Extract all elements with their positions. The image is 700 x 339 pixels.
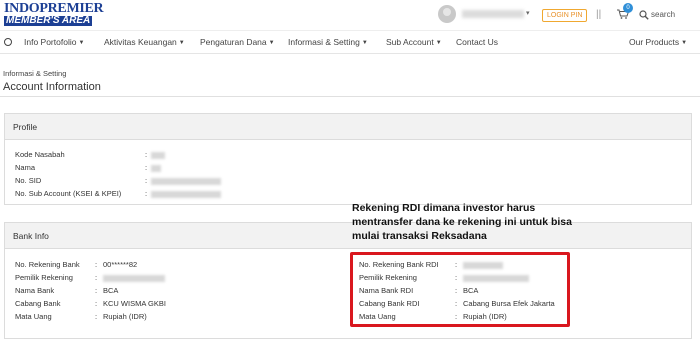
nav-sub-account[interactable]: Sub Account ▼: [386, 37, 442, 47]
annotation-highlight-box: [350, 252, 570, 327]
caret-down-icon: ▼: [268, 39, 275, 46]
row-label: Cabang Bank: [15, 299, 61, 308]
cart-count-badge: 0: [623, 3, 633, 13]
bank-info-heading: Bank Info: [5, 223, 691, 249]
row-colon: :: [145, 150, 148, 159]
page-title: Account Information: [3, 81, 101, 93]
row-colon: :: [95, 260, 98, 269]
bank-info-panel: Bank Info No. Rekening Bank : 00******82…: [4, 222, 692, 339]
caret-down-icon: ▼: [78, 39, 85, 46]
caret-down-icon: ▼: [361, 39, 368, 46]
profile-heading: Profile: [5, 114, 691, 140]
caret-down-icon: ▼: [435, 39, 442, 46]
row-label: Kode Nasabah: [15, 150, 65, 159]
divider: [0, 96, 700, 97]
row-label: No. Rekening Bank: [15, 260, 80, 269]
row-colon: :: [145, 163, 148, 172]
row-value: KCU WISMA GKBI: [103, 299, 166, 308]
annotation-line-3: mulai transaksi Reksadana: [352, 230, 487, 242]
caret-down-icon: ▼: [681, 39, 688, 46]
login-pin-button[interactable]: LOGIN PIN: [542, 9, 588, 22]
main-nav: Info Portofolio ▼ Aktivitas Keuangan ▼ Pen…: [0, 30, 700, 54]
profile-panel: Profile Kode Nasabah : Nama : No. SID : …: [4, 113, 692, 205]
chevron-down-icon[interactable]: ▾: [526, 9, 530, 17]
row-value: 00******82: [103, 260, 138, 269]
home-icon[interactable]: [4, 38, 12, 46]
search-label[interactable]: search: [651, 10, 675, 19]
nav-label: Info Portofolio: [24, 37, 77, 47]
caret-down-icon: ▼: [178, 39, 185, 46]
nav-informasi-setting[interactable]: Informasi & Setting ▼: [288, 37, 368, 47]
nav-label: Aktivitas Keuangan: [104, 37, 177, 47]
row-label: Pemilik Rekening: [15, 273, 73, 282]
top-bar: INDOPREMIER MEMBER'S AREA ▾ LOGIN PIN ||…: [0, 0, 700, 30]
row-value-redacted: [151, 176, 221, 185]
username-redacted[interactable]: [462, 10, 524, 18]
nav-label: Our Products: [629, 37, 680, 47]
row-value: BCA: [103, 286, 119, 295]
row-colon: :: [145, 189, 148, 198]
brand-line1: INDOPREMIER: [4, 1, 104, 16]
annotation-line-2: mentransfer dana ke rekening ini untuk b…: [352, 216, 572, 228]
header-separator: ||: [596, 9, 602, 20]
nav-our-products[interactable]: Our Products ▼: [629, 37, 687, 47]
search-icon[interactable]: [639, 10, 649, 20]
row-colon: :: [145, 176, 148, 185]
row-label: Mata Uang: [15, 312, 52, 321]
nav-label: Pengaturan Dana: [200, 37, 267, 47]
row-label: Nama Bank: [15, 286, 55, 295]
row-value-redacted: [151, 150, 165, 159]
row-value-redacted: [151, 189, 221, 198]
avatar[interactable]: [438, 5, 456, 23]
row-colon: :: [95, 286, 98, 295]
row-value-redacted: [103, 273, 165, 282]
nav-label: Sub Account: [386, 37, 434, 47]
row-label: Nama: [15, 163, 36, 172]
brand-logo[interactable]: INDOPREMIER MEMBER'S AREA: [4, 1, 104, 26]
row-value: Rupiah (IDR): [103, 312, 147, 321]
nav-contact-us[interactable]: Contact Us: [456, 37, 498, 47]
nav-aktivitas-keuangan[interactable]: Aktivitas Keuangan ▼: [104, 37, 185, 47]
annotation-line-1: Rekening RDI dimana investor harus: [352, 202, 536, 214]
row-colon: :: [95, 299, 98, 308]
brand-line2: MEMBER'S AREA: [4, 15, 93, 26]
row-label: No. Sub Account (KSEI & KPEI): [15, 189, 122, 198]
nav-info-portofolio[interactable]: Info Portofolio ▼: [24, 37, 84, 47]
nav-label: Informasi & Setting: [288, 37, 360, 47]
row-value-redacted: [151, 163, 161, 172]
annotation-note: Rekening RDI dimana investor harus mentr…: [352, 201, 572, 243]
nav-label: Contact Us: [456, 37, 499, 47]
row-label: No. SID: [15, 176, 42, 185]
row-colon: :: [95, 273, 98, 282]
row-colon: :: [95, 312, 98, 321]
breadcrumb: Informasi & Setting: [3, 69, 67, 78]
nav-pengaturan-dana[interactable]: Pengaturan Dana ▼: [200, 37, 275, 47]
